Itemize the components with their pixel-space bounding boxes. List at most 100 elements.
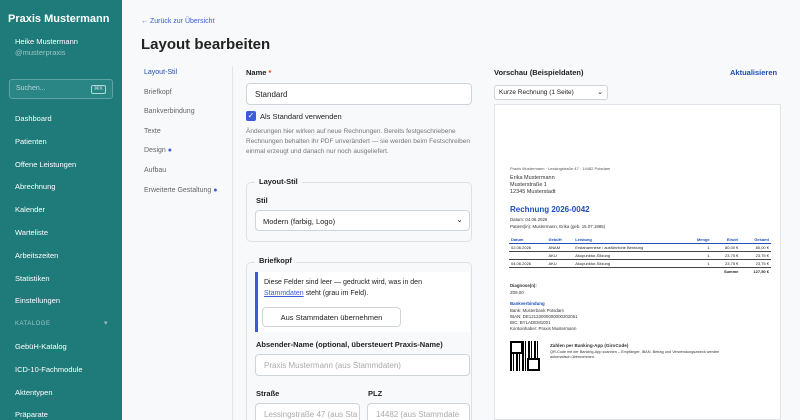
cell: 23,75 € bbox=[740, 259, 771, 268]
cell bbox=[509, 251, 547, 260]
cell: Akupunktur-Sitzung bbox=[573, 259, 686, 268]
cell: AKU bbox=[546, 259, 574, 268]
required-marker: * bbox=[268, 68, 272, 77]
preview-select-value: Kurze Rechnung (1 Seite) bbox=[499, 89, 574, 96]
style-select[interactable]: Modern (farbig, Logo) ⌄ bbox=[255, 210, 470, 231]
invoice-table: Datum GebüH Leistung Menge Einzel Gesamt… bbox=[509, 236, 771, 275]
caret-down-icon: ▾ bbox=[103, 320, 108, 328]
nav-item-icd10[interactable]: ICD-10-Fachmodule bbox=[0, 359, 122, 382]
modified-dot-icon: ● bbox=[167, 147, 172, 155]
nav-item-einstellungen[interactable]: Einstellungen bbox=[0, 290, 122, 313]
hint-text: Änderungen hier wirken auf neue Rechnung… bbox=[246, 128, 471, 155]
diagnosis-label: Diagnose(n): bbox=[510, 283, 537, 288]
section-label: KATALOGE bbox=[15, 321, 51, 328]
subnav-briefkopf[interactable]: Briefkopf bbox=[144, 89, 218, 109]
info-text-end: steht (grau im Feld). bbox=[305, 290, 369, 297]
table-header-row: Datum GebüH Leistung Menge Einzel Gesamt bbox=[509, 236, 771, 244]
subnav-erweitert-label: Erweiterte Gestaltung bbox=[144, 186, 212, 194]
chevron-down-icon: ⌄ bbox=[456, 215, 463, 224]
search-input[interactable]: Suchen... ⌘K bbox=[9, 79, 113, 99]
search-shortcut: ⌘K bbox=[90, 85, 106, 94]
nav-item-gebueh-katalog[interactable]: GebüH-Katalog bbox=[0, 336, 122, 359]
section-nav: Layout-Stil Briefkopf Bankverbindung Tex… bbox=[144, 69, 218, 206]
bank-line: IBAN: DE12123000000000202051 bbox=[510, 314, 578, 319]
bank-line: BIC: BYLADEM1001 bbox=[510, 320, 551, 325]
nav-item-offene-leistungen[interactable]: Offene Leistungen bbox=[0, 154, 122, 177]
street-field[interactable]: Lessingstraße 47 (aus Sta bbox=[255, 403, 360, 420]
modified-dot-icon: ● bbox=[213, 186, 218, 194]
name-label: Name * bbox=[246, 68, 271, 77]
nav-item-warteliste[interactable]: Warteliste bbox=[0, 222, 122, 245]
subnav-layout-stil[interactable]: Layout-Stil bbox=[144, 69, 218, 89]
default-checkbox[interactable]: ✓ bbox=[246, 111, 256, 121]
cell: 23,75 € bbox=[740, 251, 771, 260]
preview-template-select[interactable]: Kurze Rechnung (1 Seite) ⌄ bbox=[494, 85, 608, 100]
user-handle: @musterpraxis bbox=[15, 48, 66, 57]
cell: 1 bbox=[685, 251, 712, 260]
sender-placeholder: Praxis Mustermann (aus Stammdaten) bbox=[264, 361, 401, 370]
subnav-bankverbindung[interactable]: Bankverbindung bbox=[144, 108, 218, 128]
style-label: Stil bbox=[256, 196, 268, 205]
recipient-street: Musterstraße 1 bbox=[510, 182, 547, 188]
divider bbox=[232, 66, 233, 420]
stammdaten-link[interactable]: Stammdaten bbox=[264, 290, 304, 297]
nav-item-dashboard[interactable]: Dashboard bbox=[0, 108, 122, 131]
sidebar: Praxis Mustermann Heike Mustermann @must… bbox=[0, 0, 122, 420]
sender-label: Absender-Name (optional, übersteuert Pra… bbox=[256, 340, 443, 349]
default-checkbox-label[interactable]: Als Standard verwenden bbox=[260, 112, 342, 121]
cell: 04.06.2026 bbox=[509, 259, 547, 268]
user-name: Heike Mustermann bbox=[15, 37, 78, 46]
name-field[interactable]: Standard bbox=[246, 83, 472, 105]
subnav-erweitert[interactable]: Erweiterte Gestaltung ● bbox=[144, 187, 218, 207]
cell: Erstanamnese / ausführliche Beratung bbox=[573, 243, 686, 252]
cell: 23,75 € bbox=[711, 259, 741, 268]
search-placeholder: Suchen... bbox=[16, 85, 46, 92]
subnav-design[interactable]: Design ● bbox=[144, 147, 218, 167]
table-row: 04.06.2026 AKU Akupunktur-Sitzung 1 23,7… bbox=[509, 259, 771, 268]
name-label-text: Name bbox=[246, 68, 267, 77]
bank-line: Bank: Musterbank Potsdam bbox=[510, 308, 564, 313]
copy-from-master-data-button[interactable]: Aus Stammdaten übernehmen bbox=[262, 307, 401, 327]
back-link[interactable]: ← Zurück zur Übersicht bbox=[141, 18, 215, 25]
qr-title: Zahlen per Banking-App (GiroCode) bbox=[550, 343, 629, 348]
table-row: 02.06.2026 ANAM Erstanamnese / ausführli… bbox=[509, 243, 771, 252]
qr-text: QR-Code mit der Banking-App scannen – Em… bbox=[550, 350, 720, 354]
page-title: Layout bearbeiten bbox=[141, 36, 271, 53]
letterhead-legend: Briefkopf bbox=[255, 256, 296, 265]
diagnosis-value: Z09.00 bbox=[510, 290, 524, 295]
layout-style-legend: Layout-Stil bbox=[255, 177, 302, 186]
col-header: Menge bbox=[685, 236, 712, 244]
table-row: AKU Akupunktur-Sitzung 1 23,75 € 23,75 € bbox=[509, 251, 771, 260]
col-header: Einzel bbox=[711, 236, 741, 244]
zip-placeholder: 14482 (aus Stammdate bbox=[376, 410, 460, 419]
refresh-link[interactable]: Aktualisieren bbox=[730, 68, 777, 77]
cell: Akupunktur-Sitzung bbox=[573, 251, 686, 260]
subnav-aufbau[interactable]: Aufbau bbox=[144, 167, 218, 187]
user-info[interactable]: Heike Mustermann @musterpraxis bbox=[0, 25, 122, 58]
nav-item-praeparate[interactable]: Präparate bbox=[0, 404, 122, 420]
nav-item-abrechnung[interactable]: Abrechnung bbox=[0, 176, 122, 199]
invoice-preview: Praxis Mustermann · Lessingstraße 47 · 1… bbox=[494, 104, 781, 420]
street-label: Straße bbox=[256, 389, 280, 398]
nav-item-arbeitszeiten[interactable]: Arbeitszeiten bbox=[0, 245, 122, 268]
zip-field[interactable]: 14482 (aus Stammdate bbox=[367, 403, 470, 420]
qr-code-icon bbox=[510, 341, 540, 371]
zip-label: PLZ bbox=[368, 389, 383, 398]
nav-item-patienten[interactable]: Patienten bbox=[0, 131, 122, 154]
brand-name[interactable]: Praxis Mustermann bbox=[0, 0, 122, 25]
street-placeholder: Lessingstraße 47 (aus Sta bbox=[264, 410, 358, 419]
cell: 80,00 € bbox=[711, 243, 741, 252]
cell: 1 bbox=[685, 243, 712, 252]
sum-value: 127,50 € bbox=[753, 269, 769, 274]
col-header: Gesamt bbox=[740, 236, 771, 244]
bank-line: Kontoinhaber: Praxis Mustermann bbox=[510, 326, 577, 331]
cell: AKU bbox=[546, 251, 574, 260]
sender-name-field[interactable]: Praxis Mustermann (aus Stammdaten) bbox=[255, 354, 470, 376]
subnav-texte[interactable]: Texte bbox=[144, 128, 218, 148]
cell: 23,75 € bbox=[711, 251, 741, 260]
info-text-start: Diese Felder sind leer — gedruckt wird, … bbox=[264, 279, 422, 286]
nav-item-aktentypen[interactable]: Aktentypen bbox=[0, 382, 122, 405]
nav-item-kalender[interactable]: Kalender bbox=[0, 199, 122, 222]
nav-item-statistiken[interactable]: Statistiken bbox=[0, 268, 122, 291]
nav-section-kataloge[interactable]: KATALOGE ▾ bbox=[0, 313, 122, 336]
